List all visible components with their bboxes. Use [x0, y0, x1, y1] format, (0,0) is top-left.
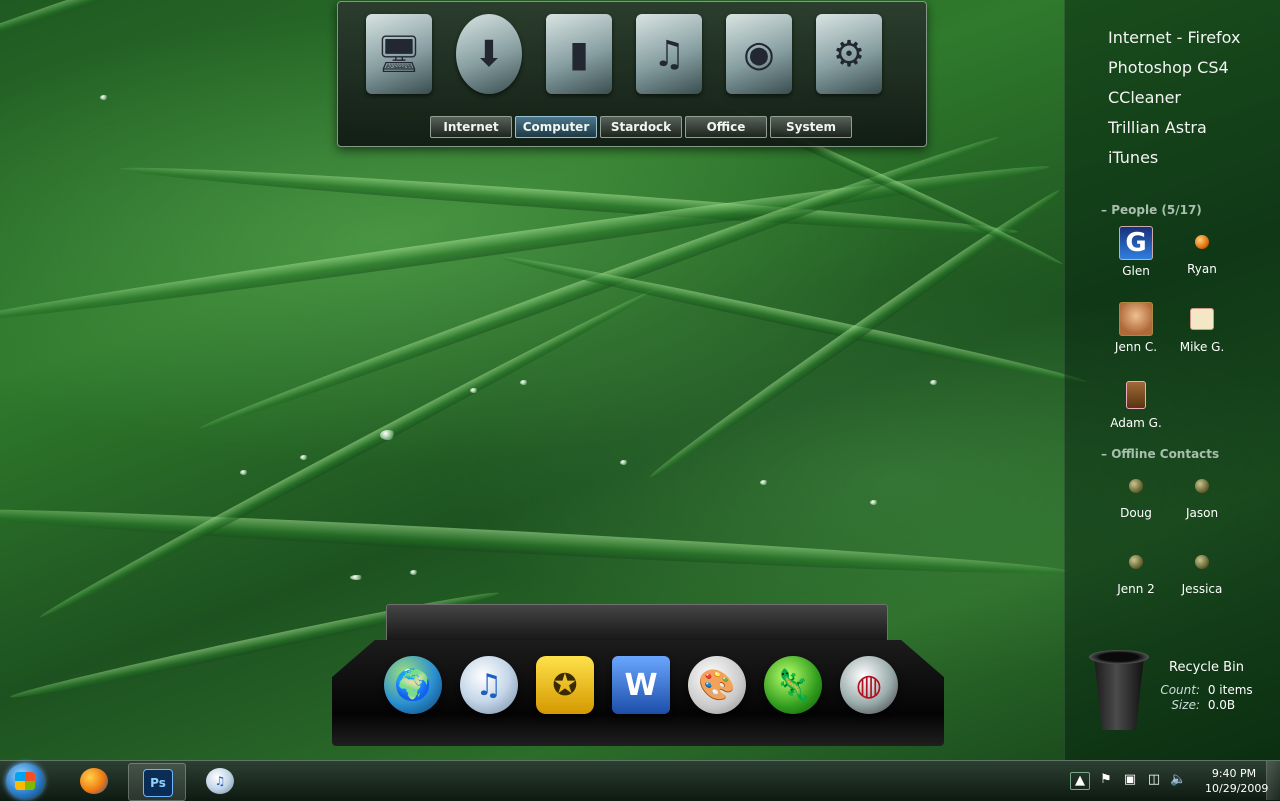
clock-time: 9:40 PM	[1211, 767, 1257, 780]
contact-name: Glen	[1122, 264, 1150, 278]
contact-glen[interactable]: G Glen	[1101, 226, 1171, 278]
show-hidden-icons-button[interactable]: ▲	[1070, 772, 1090, 790]
firefox-icon	[80, 768, 108, 794]
status-offline-icon	[1129, 555, 1143, 569]
folder-icon[interactable]: ▮	[546, 14, 612, 94]
pictures-folder-icon[interactable]: ◉	[726, 14, 792, 94]
download-arrow-icon[interactable]: ⬇	[456, 14, 522, 94]
avatar: G	[1119, 226, 1153, 260]
bin-body	[1094, 656, 1144, 730]
music-folder-icon[interactable]: ♫	[636, 14, 702, 94]
contact-name: Mike G.	[1179, 340, 1225, 354]
contact-name: Ryan	[1187, 262, 1217, 276]
count-label: Count:	[1160, 683, 1200, 697]
bin-rim	[1089, 650, 1149, 664]
launcher-tabs: Internet Computer Stardock Office System	[430, 116, 852, 138]
download-glyph: ⬇	[473, 33, 505, 75]
pictures-glyph: ◉	[743, 33, 775, 75]
tab-internet[interactable]: Internet	[430, 116, 512, 138]
launcher-panel: 🖥 ⬇ ▮ ♫ ◉ ⚙ Internet Computer Stardock O…	[337, 1, 927, 147]
recycle-bin-icon[interactable]	[1086, 648, 1156, 730]
monitor-glyph: 🖥	[376, 34, 422, 75]
clock[interactable]: 9:40 PM 10/29/2009	[1205, 766, 1269, 796]
folder-glyph: ▮	[569, 33, 589, 75]
dock-shelf: 🌍 ♫ ✪ W 🎨 🦎 ◍	[332, 604, 944, 746]
dock-icon-row: 🌍 ♫ ✪ W 🎨 🦎 ◍	[384, 656, 898, 714]
volume-icon[interactable]: 🔈	[1170, 772, 1186, 788]
sidebar-link-firefox[interactable]: Internet - Firefox	[1108, 23, 1280, 53]
sidebar-link-itunes[interactable]: iTunes	[1108, 143, 1280, 173]
show-desktop-button[interactable]	[1266, 761, 1280, 800]
tab-system[interactable]: System	[770, 116, 852, 138]
contact-mike-g[interactable]: Mike G.	[1167, 302, 1237, 354]
photoshop-icon: Ps	[143, 769, 173, 797]
contact-jessica[interactable]: Jessica	[1167, 546, 1237, 596]
itunes-icon: ♫	[206, 768, 234, 794]
status-offline-icon	[1195, 479, 1209, 493]
offline-header[interactable]: Offline Contacts	[1101, 447, 1219, 461]
itunes-icon[interactable]: ♫	[460, 656, 518, 714]
paint-palette-icon[interactable]: 🎨	[688, 656, 746, 714]
taskbar-itunes[interactable]: ♫	[192, 763, 248, 799]
sidebar-link-ccleaner[interactable]: CCleaner	[1108, 83, 1280, 113]
tab-office[interactable]: Office	[685, 116, 767, 138]
people-header[interactable]: People (5/17)	[1101, 203, 1202, 217]
count-value: 0 items	[1207, 683, 1253, 697]
video-folder-icon[interactable]: ⚙	[816, 14, 882, 94]
photoshop-label: Ps	[150, 776, 166, 790]
recycle-bin-title[interactable]: Recycle Bin	[1169, 660, 1244, 675]
contact-jenn-c[interactable]: Jenn C.	[1101, 302, 1171, 354]
itunes-glyph: ♫	[475, 667, 503, 703]
word-glyph: W	[624, 667, 658, 703]
knob-glyph: ◍	[855, 667, 883, 703]
device-icon[interactable]: ▣	[1122, 772, 1138, 788]
launcher-icon-row: 🖥 ⬇ ▮ ♫ ◉ ⚙	[366, 14, 882, 94]
recycle-count-row: Count: 0 items	[1160, 683, 1253, 697]
network-icon[interactable]: ◫	[1146, 772, 1162, 788]
tools-glyph: ✪	[552, 667, 578, 703]
globe-icon[interactable]: 🌍	[384, 656, 442, 714]
video-glyph: ⚙	[832, 33, 866, 75]
gecko-glyph: 🦎	[774, 667, 812, 703]
contact-jenn-2[interactable]: Jenn 2	[1101, 546, 1171, 596]
palette-glyph: 🎨	[698, 667, 736, 703]
contact-name: Jason	[1185, 506, 1219, 520]
clock-date: 10/29/2009	[1205, 782, 1269, 795]
status-offline-icon	[1129, 479, 1143, 493]
globe-glyph: 🌍	[394, 667, 432, 703]
settings-knob-icon[interactable]: ◍	[840, 656, 898, 714]
contact-name: Jenn C.	[1114, 340, 1158, 354]
size-label: Size:	[1171, 698, 1200, 712]
sidebar-link-trillian[interactable]: Trillian Astra	[1108, 113, 1280, 143]
away-note-icon	[1190, 308, 1214, 330]
monitor-icon[interactable]: 🖥	[366, 14, 432, 94]
start-button[interactable]	[6, 763, 44, 799]
sidebar-link-photoshop[interactable]: Photoshop CS4	[1108, 53, 1280, 83]
contact-name: Jenn 2	[1117, 582, 1155, 596]
status-online-icon	[1195, 235, 1209, 249]
music-glyph: ♫	[652, 33, 686, 75]
tab-stardock[interactable]: Stardock	[600, 116, 682, 138]
tab-computer[interactable]: Computer	[515, 116, 597, 138]
action-center-flag-icon[interactable]: ⚑	[1098, 772, 1114, 788]
contact-name: Jessica	[1181, 582, 1223, 596]
size-value: 0.0B	[1207, 698, 1236, 712]
tools-shield-icon[interactable]: ✪	[536, 656, 594, 714]
taskbar-photoshop[interactable]: Ps	[128, 763, 186, 801]
avatar	[1119, 302, 1153, 336]
contact-ryan[interactable]: Ryan	[1167, 226, 1237, 276]
contact-jason[interactable]: Jason	[1167, 470, 1237, 520]
contact-adam-g[interactable]: Adam G.	[1101, 378, 1171, 430]
contact-name: Adam G.	[1110, 416, 1162, 430]
phone-icon	[1126, 381, 1146, 409]
status-offline-icon	[1195, 555, 1209, 569]
contact-doug[interactable]: Doug	[1101, 470, 1171, 520]
taskbar-firefox[interactable]	[66, 763, 122, 799]
word-icon[interactable]: W	[612, 656, 670, 714]
sidebar: Internet - Firefox Photoshop CS4 CCleane…	[1064, 0, 1280, 760]
windows-logo-icon	[15, 772, 35, 790]
recycle-size-row: Size: 0.0B	[1160, 698, 1235, 712]
contact-name: Doug	[1120, 506, 1152, 520]
gecko-icon[interactable]: 🦎	[764, 656, 822, 714]
